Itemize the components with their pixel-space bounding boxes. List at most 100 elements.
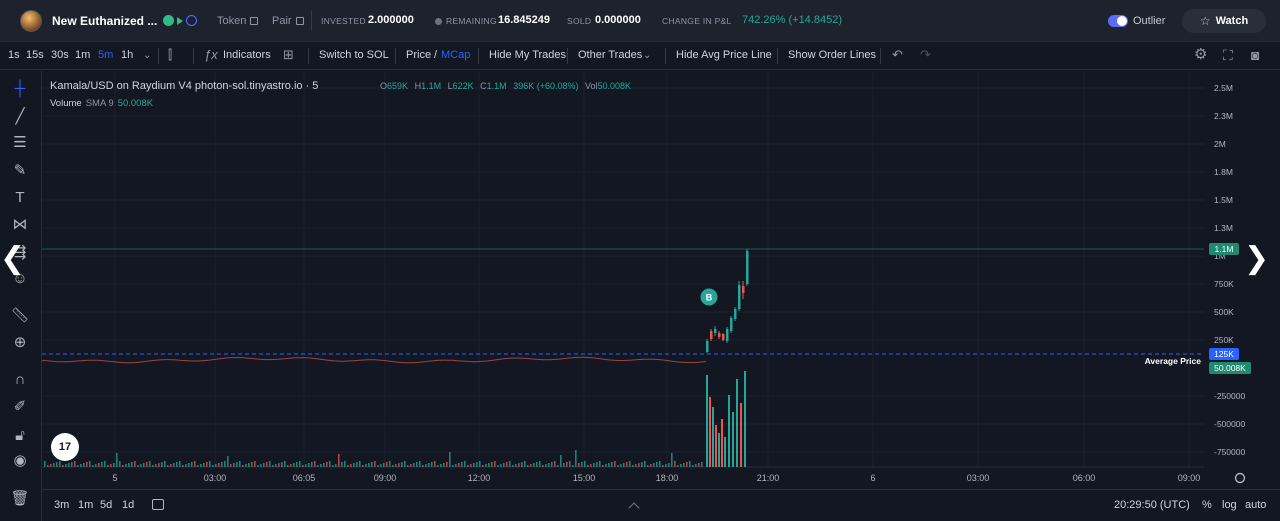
copy-icon[interactable] (250, 17, 259, 25)
redo-icon[interactable]: ↷ (920, 48, 931, 62)
volume-bar (212, 465, 214, 467)
pill-icon[interactable] (163, 15, 174, 26)
unlock-icon[interactable]: 🔓︎ (10, 426, 30, 446)
chevron-left-icon[interactable]: ❮ (0, 241, 25, 276)
interval-1m[interactable]: 1m (75, 49, 90, 61)
ruler-icon[interactable]: 📏︎ (10, 306, 30, 326)
chevron-down-icon[interactable]: ⌄ (143, 49, 151, 63)
volume-bar (581, 462, 583, 467)
volume-bar (344, 461, 346, 467)
lock-drawing-icon[interactable]: ✐ (10, 397, 30, 417)
log-toggle[interactable]: log (1222, 499, 1237, 511)
star-icon: ☆ (1199, 14, 1211, 28)
chevron-down-icon[interactable]: ⌄ (643, 49, 651, 63)
ohlc-change: 396K (+60.08%) (513, 81, 579, 91)
volume-bar (527, 465, 529, 467)
y-axis-tick-label: -750000 (1214, 447, 1245, 457)
indicators-button[interactable]: Indicators (223, 49, 271, 61)
crosshair-icon[interactable]: ┼ (10, 79, 30, 99)
range-3m[interactable]: 3m (54, 499, 69, 511)
show-order-lines-button[interactable]: Show Order Lines (788, 49, 876, 61)
hide-my-trades-button[interactable]: Hide My Trades (489, 49, 566, 61)
candle-body (726, 329, 729, 341)
interval-30s[interactable]: 30s (51, 49, 69, 61)
volume-bar (419, 461, 421, 467)
volume-bar (674, 461, 676, 467)
volume-bar (530, 464, 532, 467)
trend-line-icon[interactable]: ╱ (10, 107, 30, 127)
pair-link[interactable]: Pair (272, 15, 304, 27)
x-axis-tick-label: 5 (112, 473, 117, 483)
volume-bar (470, 464, 472, 467)
brush-icon[interactable]: ✎ (10, 161, 30, 181)
chevron-up-icon[interactable] (628, 502, 640, 514)
volume-bar (611, 462, 613, 467)
remaining-label: REMAINING (446, 16, 497, 26)
volume-legend: Volume SMA 9 50.008K (50, 98, 153, 109)
eye-icon[interactable]: ◉ (10, 451, 30, 471)
volume-bar (197, 465, 199, 467)
pattern-icon[interactable]: ⋈ (10, 215, 30, 235)
interval-5m[interactable]: 5m (98, 49, 113, 61)
play-icon[interactable] (177, 17, 183, 25)
fullscreen-icon[interactable]: ⛶ (1223, 48, 1233, 62)
token-avatar[interactable] (20, 10, 42, 32)
volume-bar (557, 465, 559, 467)
copy-icon[interactable] (295, 17, 304, 25)
volume-bar (662, 465, 664, 467)
volume-sma-label: SMA 9 (85, 98, 114, 109)
settings-icon[interactable]: ⚙ (1194, 47, 1207, 62)
candle-body (742, 286, 745, 293)
range-1m[interactable]: 1m (78, 499, 93, 511)
volume-bar (290, 464, 292, 467)
fx-icon: ƒx (204, 47, 218, 62)
price-chart[interactable]: 2.5M 2.3M 2M 1.8M 1.5M 1.3M 1M 750K 500K 250K -250… (0, 71, 1280, 521)
range-5d[interactable]: 5d (100, 499, 112, 511)
magnet-icon[interactable]: ∩ (10, 370, 30, 390)
x-axis-tick-label: 06:00 (1073, 473, 1096, 483)
other-trades-dropdown[interactable]: Other Trades (578, 49, 642, 61)
hide-avg-price-line-button[interactable]: Hide Avg Price Line (676, 49, 772, 61)
range-1d[interactable]: 1d (122, 499, 134, 511)
outlier-toggle[interactable] (1108, 15, 1128, 27)
y-axis-tick-label: 1.3M (1214, 223, 1233, 233)
token-link[interactable]: Token (217, 15, 259, 27)
x-axis-tick-label: 6 (870, 473, 875, 483)
mcap-toggle[interactable]: MCap (441, 49, 470, 61)
volume-bar (224, 461, 226, 467)
token-name[interactable]: New Euthanized ... (52, 14, 157, 28)
volume-bar (293, 463, 295, 467)
tradingview-logo[interactable]: 17 (51, 433, 79, 461)
text-icon[interactable]: T (10, 188, 30, 208)
zoom-in-icon[interactable]: ⊕ (10, 333, 30, 353)
layout-grid-icon[interactable]: ⊞ (283, 48, 294, 62)
switch-to-sol-button[interactable]: Switch to SOL (319, 49, 389, 61)
auto-toggle[interactable]: auto (1245, 499, 1266, 511)
chevron-right-icon[interactable]: ❯ (1244, 241, 1269, 276)
utc-clock[interactable]: 20:29:50 (UTC) (1114, 499, 1190, 511)
volume-bar (551, 462, 553, 467)
percent-toggle[interactable]: % (1202, 499, 1212, 511)
trash-icon[interactable]: 🗑︎ (10, 489, 30, 509)
candles-icon[interactable]: ⫿ (168, 48, 172, 62)
interval-15s[interactable]: 15s (26, 49, 44, 61)
interval-1s[interactable]: 1s (8, 49, 20, 61)
volume-bar (92, 465, 94, 467)
raydium-icon[interactable] (186, 15, 197, 26)
divider (193, 48, 194, 64)
watch-button[interactable]: ☆ Watch (1182, 9, 1266, 33)
chart-canvas[interactable]: 2.5M2.3M2M1.8M1.5M1.3M1M750K500K250K-250… (42, 71, 1280, 489)
undo-icon[interactable]: ↶ (892, 48, 903, 62)
camera-icon[interactable]: ◙ (1251, 48, 1259, 62)
volume-bar (668, 463, 670, 467)
volume-bar (308, 463, 310, 467)
volume-bar (86, 462, 88, 467)
volume-bar (95, 464, 97, 467)
divider (880, 48, 881, 64)
volume-bar (134, 461, 136, 467)
price-toggle[interactable]: Price (406, 49, 431, 61)
interval-1h[interactable]: 1h (121, 49, 133, 61)
volume-bar (137, 465, 139, 467)
fib-icon[interactable]: ☰ (10, 133, 30, 153)
calendar-icon[interactable] (152, 499, 164, 510)
